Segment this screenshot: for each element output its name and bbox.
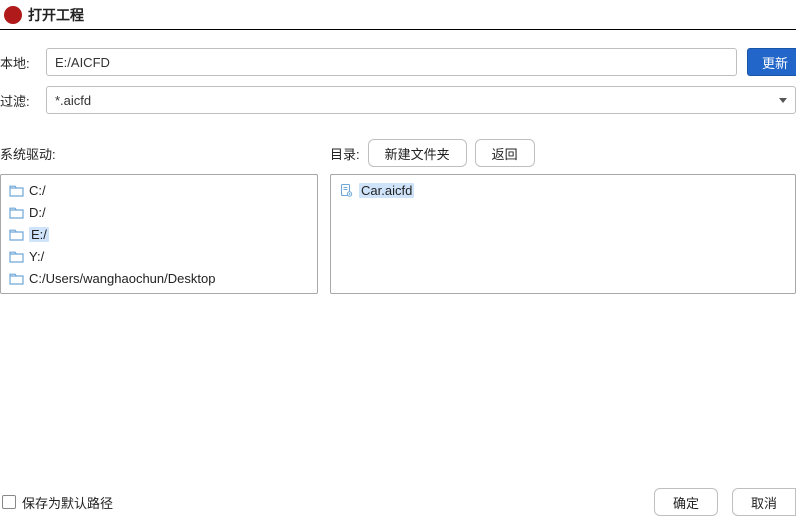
folder-icon [9,251,23,262]
folder-icon [9,185,23,196]
save-default-label: 保存为默认路径 [22,493,113,512]
local-path-label: 本地: [0,53,46,72]
path-filter-section: 本地: E:/AICFD 更新 过滤: *.aicfd [0,30,796,114]
system-drives-label: 系统驱动: [0,144,56,163]
drive-item[interactable]: C:/Users/wanghaochun/Desktop [1,267,317,289]
drive-item[interactable]: C:/ [1,179,317,201]
file-icon [339,183,353,197]
new-folder-label: 新建文件夹 [385,144,450,163]
filter-combo[interactable]: *.aicfd [46,86,796,114]
file-item[interactable]: Car.aicfd [331,179,795,201]
directory-label: 目录: [330,144,360,163]
system-drives-list[interactable]: C:/ D:/ E:/ Y:/ C:/Users/wanghaochun/Desktop [0,174,318,294]
directory-list[interactable]: Car.aicfd [330,174,796,294]
title-bar: 打开工程 [0,0,796,30]
drive-item-label: Y:/ [29,249,44,264]
footer-right: 确定 取消 [654,488,796,516]
filter-row: 过滤: *.aicfd [0,86,796,114]
drive-item-label: C:/ [29,183,46,198]
ok-button[interactable]: 确定 [654,488,718,516]
drive-item[interactable]: E:/ [1,223,317,245]
folder-icon [9,229,23,240]
folder-icon [9,273,23,284]
drive-item-label: E:/ [29,227,49,242]
cancel-label: 取消 [751,493,777,512]
back-label: 返回 [492,144,518,163]
dialog-body: 本地: E:/AICFD 更新 过滤: *.aicfd 系统驱动: C:/ D:/… [0,30,796,294]
new-folder-button[interactable]: 新建文件夹 [368,139,467,167]
system-drives-column: 系统驱动: C:/ D:/ E:/ Y:/ C:/Users/wanghaochun/D… [0,138,318,294]
back-button[interactable]: 返回 [475,139,535,167]
file-item-label: Car.aicfd [359,183,414,198]
directory-header: 目录: 新建文件夹 返回 [330,138,796,168]
app-icon [4,6,22,24]
dialog-footer: 保存为默认路径 确定 取消 [0,476,796,528]
refresh-button-label: 更新 [762,53,788,72]
filter-value: *.aicfd [55,93,91,108]
local-path-input[interactable]: E:/AICFD [46,48,737,76]
drive-item-label: D:/ [29,205,46,220]
drive-item[interactable]: Y:/ [1,245,317,267]
directory-column: 目录: 新建文件夹 返回 Car.aicfd [330,138,796,294]
cancel-button[interactable]: 取消 [732,488,796,516]
filter-label: 过滤: [0,91,46,110]
footer-left: 保存为默认路径 [0,493,113,512]
folder-icon [9,207,23,218]
ok-label: 确定 [673,493,699,512]
system-drives-header: 系统驱动: [0,138,318,168]
local-path-row: 本地: E:/AICFD 更新 [0,48,796,76]
browser-columns: 系统驱动: C:/ D:/ E:/ Y:/ C:/Users/wanghaochun/D… [0,138,796,294]
save-default-checkbox[interactable] [2,495,16,509]
drive-item[interactable]: D:/ [1,201,317,223]
chevron-down-icon [779,98,787,103]
local-path-value: E:/AICFD [55,55,110,70]
window-title: 打开工程 [28,5,84,25]
drive-item-label: C:/Users/wanghaochun/Desktop [29,271,215,286]
refresh-button[interactable]: 更新 [747,48,796,76]
